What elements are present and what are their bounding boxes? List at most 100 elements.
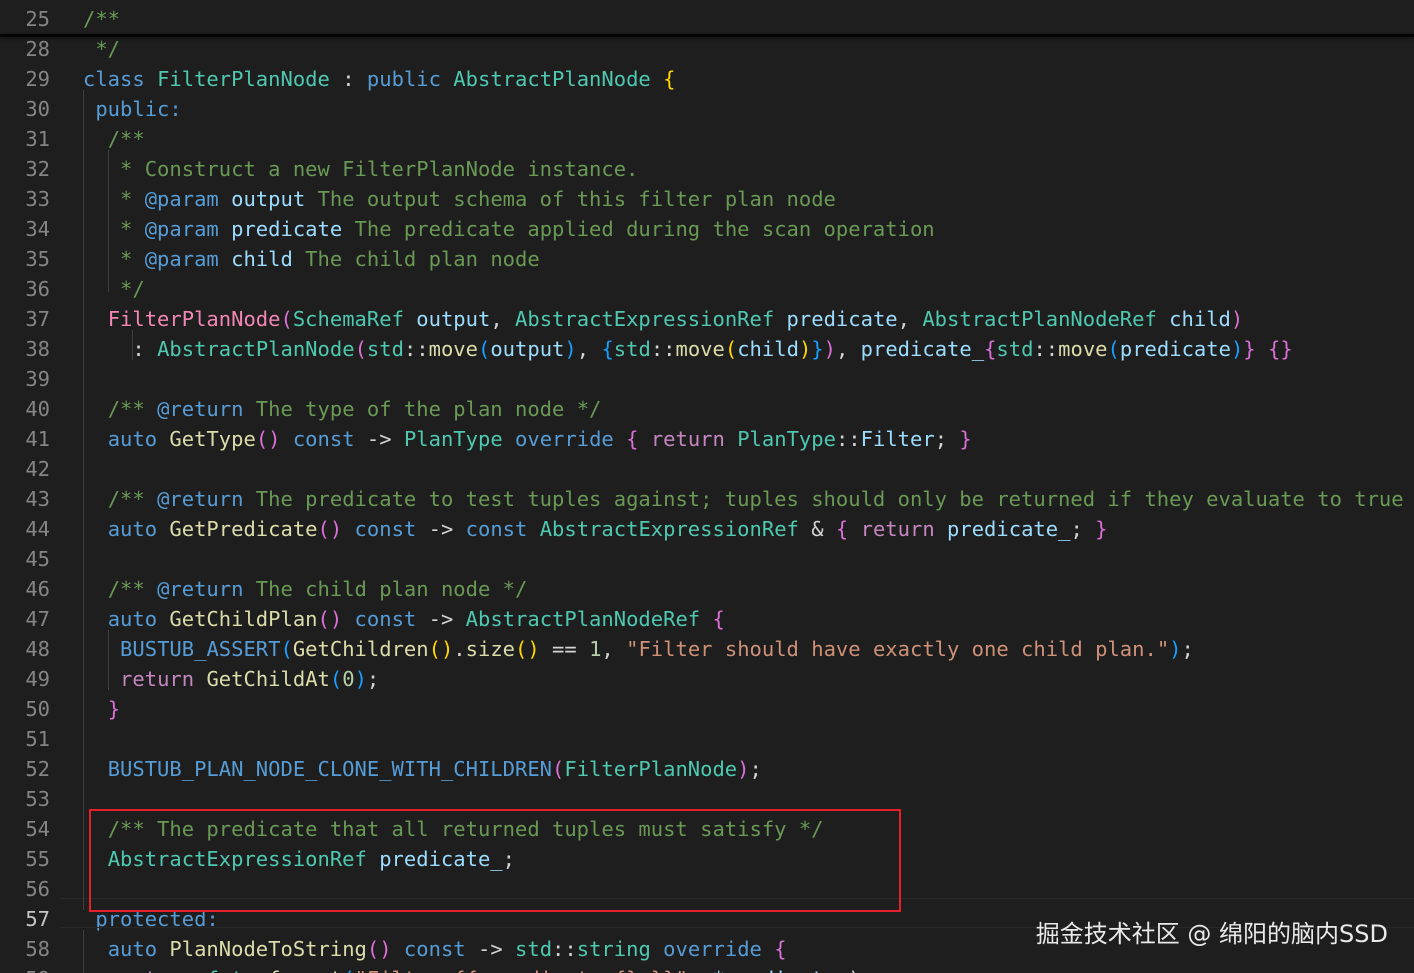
code-line[interactable]: 46 /** @return The child plan node */ (0, 574, 1414, 604)
code-line[interactable]: 43 /** @return The predicate to test tupl… (0, 484, 1414, 514)
code-token: predicate_ (947, 517, 1071, 541)
code-token: override (663, 937, 762, 961)
code-line[interactable]: 59 return fmt::format("Filter {{ predicat… (0, 964, 1414, 973)
code-token: GetChildPlan (169, 607, 318, 631)
code-line[interactable]: 32 * Construct a new FilterPlanNode inst… (0, 154, 1414, 184)
code-line[interactable]: 42 (0, 454, 1414, 484)
code-line[interactable]: 47 auto GetChildPlan() const -> AbstractP… (0, 604, 1414, 634)
code-token: AbstractPlanNodeRef (465, 607, 701, 631)
line-number: 57 (25, 907, 50, 931)
code-line[interactable]: 30 public: (0, 94, 1414, 124)
code-text: */ (83, 34, 120, 64)
code-token: const (354, 607, 417, 631)
code-token: "Filter should have exactly one child pl… (626, 637, 1170, 661)
code-token: child (231, 247, 293, 271)
code-line[interactable]: 28 */ (0, 34, 1414, 64)
code-token: std (366, 337, 404, 361)
code-line[interactable]: 35 * @param child The child plan node (0, 244, 1414, 274)
code-token: auto (107, 517, 170, 541)
code-token: class (83, 67, 158, 91)
line-number: 58 (25, 937, 50, 961)
code-token: move (675, 337, 725, 361)
code-token: -> (354, 427, 404, 451)
code-line[interactable]: 31 /** (0, 124, 1414, 154)
code-token: ( (280, 307, 293, 331)
code-token: :: (403, 337, 429, 361)
code-token: GetType (169, 427, 256, 451)
code-line[interactable]: 34 * @param predicate The predicate appl… (0, 214, 1414, 244)
code-line[interactable]: 49 return GetChildAt(0); (0, 664, 1414, 694)
code-line[interactable]: 44 auto GetPredicate() const -> const Abs… (0, 514, 1414, 544)
code-line[interactable]: 39 (0, 364, 1414, 394)
code-token: public: (95, 97, 182, 121)
code-line[interactable]: 51 (0, 724, 1414, 754)
line-number: 56 (25, 877, 50, 901)
code-token: { (626, 427, 639, 451)
code-token: /** (83, 7, 121, 31)
code-token: ) (1230, 337, 1244, 361)
code-text: auto GetPredicate() const -> const Abstr… (108, 514, 1108, 544)
code-token: ) (1169, 637, 1182, 661)
annotation-highlight-box (89, 809, 901, 912)
code-token: { (984, 337, 997, 361)
code-line[interactable]: 41 auto GetType() const -> PlanType overr… (0, 424, 1414, 454)
code-text: * Construct a new FilterPlanNode instanc… (107, 154, 639, 184)
code-token: :: (650, 337, 676, 361)
code-line[interactable]: 48 BUSTUB_ASSERT(GetChildren().size() == … (0, 634, 1414, 664)
line-number: 36 (25, 277, 50, 301)
code-token: Filter (860, 427, 935, 451)
code-token: { (663, 67, 676, 91)
code-token: , (490, 307, 516, 331)
code-token: SchemaRef (292, 307, 404, 331)
code-token: ; (366, 667, 380, 691)
code-token: , (897, 307, 923, 331)
code-token: return (120, 667, 207, 691)
code-line[interactable]: 33 * @param output The output schema of … (0, 184, 1414, 214)
code-line[interactable]: 52 BUSTUB_PLAN_NODE_CLONE_WITH_CHILDREN(F… (0, 754, 1414, 784)
code-token: * Construct a new FilterPlanNode instanc… (107, 157, 639, 181)
code-line[interactable]: 37 FilterPlanNode(SchemaRef output, Abstr… (0, 304, 1414, 334)
line-number: 43 (25, 487, 50, 511)
code-line[interactable]: 50} (0, 694, 1414, 724)
code-editor[interactable]: 25 /** 28 */ 29 class FilterPlanNode : publi… (0, 0, 1414, 973)
code-token: const (354, 517, 417, 541)
code-line[interactable]: 38: AbstractPlanNode(std::move(output), … (0, 334, 1414, 364)
code-token: BUSTUB_PLAN_NODE_CLONE_WITH_CHILDREN (107, 757, 553, 781)
line-number: 28 (25, 37, 50, 61)
code-line[interactable]: 36 */ (0, 274, 1414, 304)
code-token: GetChildAt (206, 667, 330, 691)
line-number: 53 (25, 787, 50, 811)
code-token: @param (144, 217, 219, 241)
code-line[interactable]: 40 /** @return The type of the plan node … (0, 394, 1414, 424)
code-token: : (132, 337, 158, 361)
code-token: auto (107, 937, 170, 961)
code-token: *predicate_ (713, 967, 849, 973)
line-number: 40 (25, 397, 50, 421)
code-token: override (515, 427, 614, 451)
code-token: The child plan node (292, 247, 540, 271)
code-token: child (1169, 307, 1231, 331)
code-token: AbstractPlanNode (453, 67, 651, 91)
code-token: } (1243, 337, 1256, 361)
code-line[interactable]: 29 class FilterPlanNode : public Abstract… (0, 64, 1414, 94)
code-token: ( (1107, 337, 1120, 361)
code-token: ( (724, 337, 738, 361)
code-token: () (515, 637, 540, 661)
code-line[interactable]: 45 (0, 544, 1414, 574)
code-token: 0 (342, 667, 355, 691)
code-token: @return (157, 577, 244, 601)
line-number: 50 (25, 697, 50, 721)
line-number: 42 (25, 457, 50, 481)
code-token: :: (243, 967, 268, 973)
code-token: output (490, 337, 565, 361)
code-token: The type of the plan node */ (243, 397, 602, 421)
code-line[interactable]: 25 /** (0, 4, 1414, 34)
line-number: 29 (25, 67, 50, 91)
code-token: The output schema of this filter plan no… (305, 187, 836, 211)
